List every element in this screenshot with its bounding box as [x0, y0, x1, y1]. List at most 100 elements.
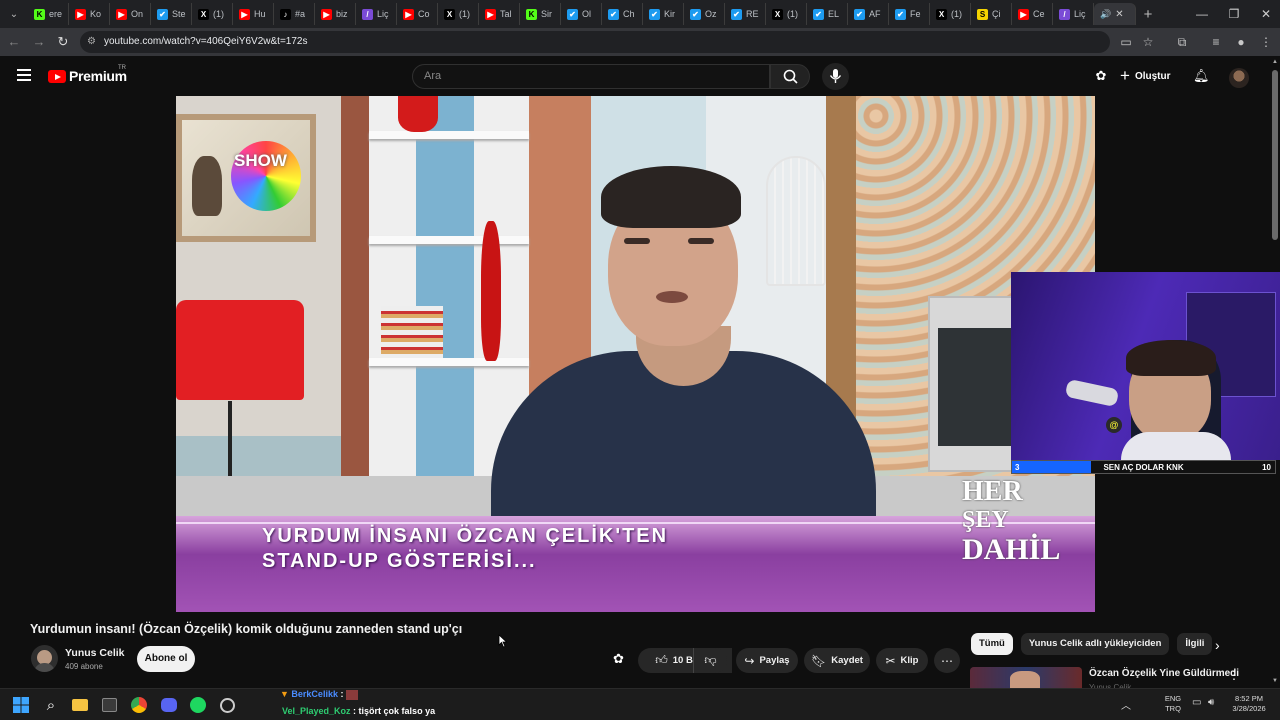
browser-tab[interactable]: ▶ Hu — [233, 3, 274, 25]
voice-search-button[interactable] — [822, 63, 849, 90]
more-horizontal-icon: ⋯ — [941, 653, 953, 668]
related-filter-chips: Tümü Yunus Celik adlı yükleyiciden İlgili — [971, 633, 1213, 655]
browser-tab[interactable]: ▶ Ce — [1012, 3, 1053, 25]
bookmark-star-icon[interactable]: ☆ — [1140, 34, 1156, 50]
scroll-thumb[interactable] — [1272, 70, 1278, 240]
forward-button[interactable]: → — [31, 34, 47, 50]
network-icon[interactable]: ▭ — [1192, 697, 1201, 708]
tab-title: (1) — [951, 9, 962, 19]
browser-tab[interactable]: ✔ Oz — [684, 3, 725, 25]
account-avatar[interactable] — [1229, 68, 1249, 88]
recommended-thumbnail[interactable] — [970, 667, 1082, 689]
discord-icon[interactable] — [160, 696, 178, 714]
volume-icon[interactable]: 🔊︎ — [1208, 697, 1214, 708]
extension-icon[interactable]: ✿ — [613, 651, 624, 667]
back-button[interactable]: ← — [6, 34, 22, 50]
browser-tab[interactable]: ✔ Ch — [602, 3, 643, 25]
youtube-logo-icon[interactable] — [48, 70, 66, 83]
active-tab[interactable]: 🔊 ✕ — [1094, 3, 1136, 25]
scroll-down-icon[interactable]: ▼ — [1272, 678, 1278, 684]
browser-tab[interactable]: ▶ On — [110, 3, 151, 25]
address-bar[interactable]: ⚙ youtube.com/watch?v=406QeiY6V2w&t=172s — [80, 31, 1110, 53]
share-button[interactable]: ↪ Paylaş — [736, 648, 798, 673]
browser-tab[interactable]: / Liç — [1053, 3, 1094, 25]
reload-button[interactable]: ↻ — [55, 34, 71, 50]
browser-tab[interactable]: K Sir — [520, 3, 561, 25]
caption-line-1: YURDUM İNSANI ÖZCAN ÇELİK'TEN — [262, 525, 669, 547]
more-actions-button[interactable]: ⋯ — [934, 648, 960, 673]
logo-line-2: ŞEY — [962, 507, 1009, 533]
dislike-button[interactable]: 👎︎ — [693, 648, 727, 673]
notifications-bell-icon[interactable]: 🔔︎ — [1193, 68, 1210, 84]
spotify-icon[interactable] — [189, 696, 207, 714]
browser-tab[interactable]: Kere — [28, 3, 69, 25]
browser-tab[interactable]: X (1) — [192, 3, 233, 25]
stream-goal-bar: 3 SEN AÇ DOLAR KNK 10 — [1011, 460, 1276, 474]
browser-tab[interactable]: ♪ #a — [274, 3, 315, 25]
create-button[interactable]: + Oluştur — [1120, 66, 1171, 86]
more-vertical-icon[interactable]: ⋮ — [1228, 668, 1240, 682]
chevron-right-icon[interactable]: › — [1215, 637, 1220, 653]
clock[interactable]: 8:52 PM 3/28/2026 — [1226, 694, 1272, 714]
browser-tab[interactable]: X (1) — [438, 3, 479, 25]
close-tab-icon[interactable]: ✕ — [1115, 9, 1123, 20]
tab-title: AF — [869, 9, 881, 19]
search-button[interactable] — [770, 64, 810, 89]
windows-start-icon[interactable] — [12, 696, 30, 714]
browser-tab[interactable]: ▶ Co — [397, 3, 438, 25]
audio-icon[interactable]: 🔊 — [1100, 9, 1111, 20]
search-icon[interactable]: ⌕ — [42, 696, 60, 714]
browser-tab[interactable]: ✔ Fe — [889, 3, 930, 25]
extension-icon[interactable]: ✿ — [1093, 68, 1109, 84]
browser-tab[interactable]: ✔ EL — [807, 3, 848, 25]
menu-icon[interactable] — [17, 69, 31, 84]
browser-tab[interactable]: S Çi — [971, 3, 1012, 25]
restore-button[interactable]: ❐ — [1218, 0, 1250, 28]
clip-label: Klip — [900, 655, 919, 666]
browser-tab[interactable]: ▶ biz — [315, 3, 356, 25]
caption-line-2: STAND-UP GÖSTERİSİ... — [262, 550, 537, 572]
tab-favicon-icon: / — [1059, 8, 1070, 20]
close-window-button[interactable]: ✕ — [1250, 0, 1280, 28]
browser-tab[interactable]: ✔ Ste — [151, 3, 192, 25]
filter-chip[interactable]: Yunus Celik adlı yükleyiciden — [1020, 633, 1170, 655]
tab-search-button[interactable]: ⌄ — [0, 0, 28, 28]
browser-tab[interactable]: ▶ Ko — [69, 3, 110, 25]
cast-icon[interactable]: ▭ — [1118, 34, 1134, 50]
minimize-button[interactable]: — — [1186, 0, 1218, 28]
app-icon[interactable] — [218, 696, 236, 714]
browser-tab[interactable]: ✔ RE — [725, 3, 766, 25]
language-indicator[interactable]: ENG TRQ — [1160, 694, 1186, 714]
media-control-icon[interactable]: ≡ — [1208, 34, 1224, 50]
browser-tab[interactable]: ✔ AF — [848, 3, 889, 25]
file-explorer-icon[interactable] — [71, 696, 89, 714]
browser-tab[interactable]: ✔ Ol — [561, 3, 602, 25]
recommended-title[interactable]: Özcan Özçelik Yine Güldürmedi — [1089, 668, 1239, 679]
new-tab-button[interactable]: + — [1136, 6, 1160, 23]
filter-chip[interactable]: Tümü — [971, 633, 1013, 655]
browser-tab[interactable]: ▶ Tal — [479, 3, 520, 25]
browser-tab[interactable]: X (1) — [930, 3, 971, 25]
filter-chip[interactable]: İlgili — [1177, 633, 1213, 655]
clip-button[interactable]: ✂ Klip — [876, 648, 928, 673]
channel-name[interactable]: Yunus Celik — [65, 647, 125, 659]
site-info-icon[interactable]: ⚙ — [87, 31, 96, 53]
search-input[interactable]: Ara — [412, 64, 770, 89]
tray-overflow-icon[interactable]: ︿ — [1121, 697, 1131, 712]
profile-icon[interactable]: ● — [1233, 34, 1249, 50]
chrome-icon[interactable] — [130, 696, 148, 714]
save-button[interactable]: 🔖︎ Kaydet — [804, 648, 870, 673]
browser-tab[interactable]: ✔ Kir — [643, 3, 684, 25]
video-player[interactable]: SHOW YURDUM İNSANI ÖZCAN ÇELİK'TEN STAND… — [176, 96, 1095, 612]
browser-tab[interactable]: / Liç — [356, 3, 397, 25]
scroll-up-icon[interactable]: ▲ — [1272, 59, 1278, 65]
browser-tab[interactable]: X (1) — [766, 3, 807, 25]
channel-avatar[interactable] — [31, 645, 58, 672]
tab-favicon-icon: ✔ — [731, 8, 742, 20]
browser-menu-icon[interactable]: ⋮ — [1258, 34, 1274, 50]
chat-text: tişört çok falso ya — [358, 706, 436, 716]
extensions-icon[interactable]: ⧉ — [1174, 34, 1190, 50]
subscribe-button[interactable]: Abone ol — [137, 646, 195, 672]
clock-date: 3/28/2026 — [1232, 704, 1266, 713]
store-icon[interactable] — [100, 696, 118, 714]
